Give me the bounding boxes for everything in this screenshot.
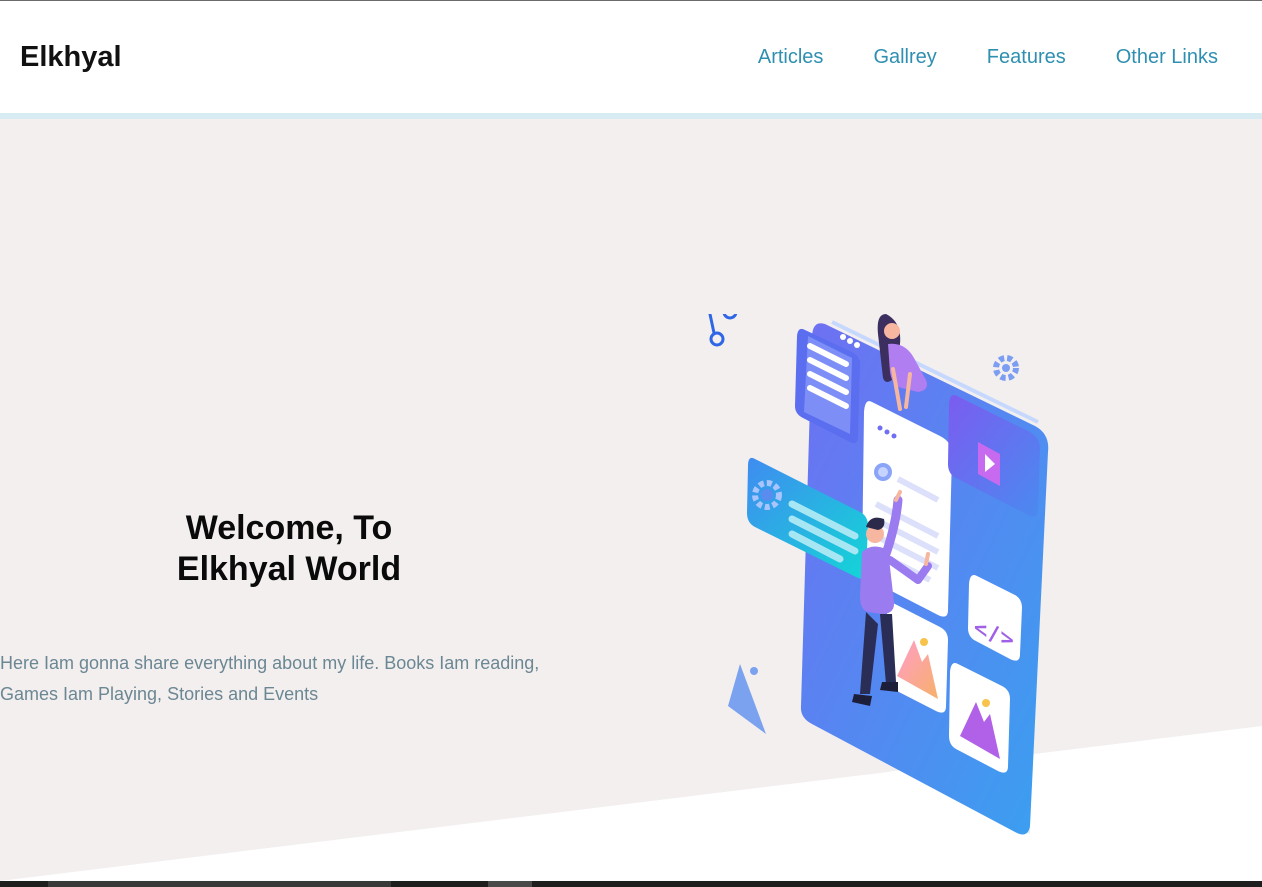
main-nav: Articles Gallrey Features Other Links [708, 45, 1218, 69]
scrollbar-segment-2 [488, 881, 532, 887]
scrollbar-segment [48, 881, 391, 887]
landing-title: Welcome, To Elkhyal World [0, 508, 578, 590]
gear-icon-top [993, 355, 1019, 381]
nav-link-other-links[interactable]: Other Links [1116, 45, 1218, 69]
window-bottom-bar [0, 881, 1262, 887]
nav-link-gallery[interactable]: Gallrey [873, 45, 936, 69]
hero-illustration: </> [708, 314, 1049, 835]
landing-section: Welcome, To Elkhyal World Here Iam gonna… [0, 119, 1262, 881]
nav-link-articles[interactable]: Articles [758, 45, 824, 69]
landing-title-line-2: Elkhyal World [176, 550, 402, 588]
triangle-decoration [728, 664, 766, 734]
nav-link-features[interactable]: Features [987, 45, 1066, 69]
landing-background [0, 119, 1262, 881]
landing-title-line-1: Welcome, To [185, 509, 393, 547]
landing-intro-text: Here Iam gonna share everything about my… [0, 653, 540, 704]
site-header: Elkhyal Articles Gallrey Features Other … [0, 1, 1262, 113]
site-logo[interactable]: Elkhyal [20, 40, 122, 74]
share-icon [708, 314, 738, 347]
